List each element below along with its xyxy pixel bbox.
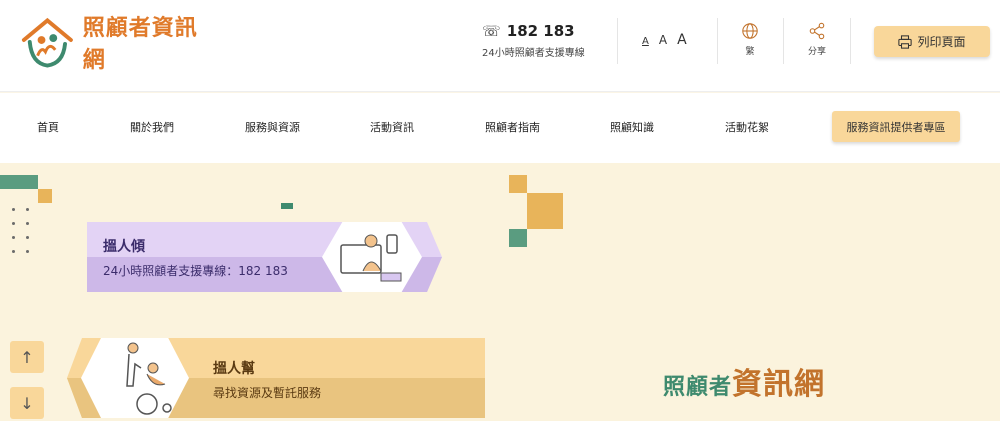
nav-item-guide[interactable]: 照顧者指南	[485, 119, 540, 135]
font-large-button[interactable]: A	[677, 32, 687, 48]
share-label: 分享	[807, 47, 826, 57]
hotline-label: 24小時照顧者支援專線	[482, 48, 585, 59]
main-nav: 首頁 關於我們 服務與資源 活動資訊 照顧者指南 照顧知識 活動花絮 服務資訊提…	[0, 93, 1000, 163]
nav-item-gallery[interactable]: 活動花絮	[725, 119, 769, 135]
font-small-button[interactable]: A	[642, 36, 649, 47]
hotline-card-subtitle: 24小時照顧者支援專線：182 183	[103, 264, 288, 278]
hotline-number: 182 183	[506, 22, 575, 40]
share-button[interactable]: 分享	[797, 22, 837, 57]
share-icon	[809, 22, 825, 40]
decor-dots	[12, 208, 36, 256]
service-provider-button[interactable]: 服務資訊提供者專區	[832, 111, 960, 142]
scroll-down-button[interactable]: ↓	[10, 387, 44, 419]
nav-item-about[interactable]: 關於我們	[130, 119, 174, 135]
print-label: 列印頁面	[917, 35, 966, 49]
hero-brand-right: 資訊網	[732, 367, 826, 402]
hero-section: 搵人傾 24小時照顧者支援專線：182 183 搵人幫 尋找資源及暫託服務 ↑ …	[0, 163, 1000, 421]
find-help-card[interactable]: 搵人幫 尋找資源及暫託服務	[67, 338, 485, 418]
decor-square	[281, 203, 293, 209]
decor-square	[0, 175, 38, 189]
language-label: 繁	[745, 47, 755, 57]
nav-item-knowledge[interactable]: 照顧知識	[610, 119, 654, 135]
printer-icon	[898, 34, 913, 49]
find-help-card-subtitle: 尋找資源及暫託服務	[213, 386, 322, 400]
language-button[interactable]: 繁	[730, 22, 770, 57]
wheelchair-caregiver-illustration-icon	[126, 342, 172, 415]
decor-square	[527, 193, 563, 229]
header-divider	[617, 18, 618, 64]
decor-square	[509, 229, 527, 247]
font-medium-button[interactable]: A	[659, 33, 667, 47]
globe-icon	[742, 23, 758, 39]
scroll-up-button[interactable]: ↑	[10, 341, 44, 373]
decor-square	[509, 175, 527, 193]
hotline[interactable]: ☏ 182 183 24小時照顧者支援專線	[482, 22, 602, 59]
site-logo[interactable]: 照顧者資訊網	[18, 12, 218, 73]
hotline-card-title: 搵人傾	[103, 239, 145, 255]
hotline-card[interactable]: 搵人傾 24小時照顧者支援專線：182 183	[87, 222, 442, 292]
font-size-controls: A A A	[642, 32, 687, 48]
print-page-button[interactable]: 列印頁面	[874, 26, 990, 57]
nav-item-events[interactable]: 活動資訊	[370, 119, 414, 135]
find-help-card-title: 搵人幫	[213, 361, 255, 377]
header-divider	[717, 18, 718, 64]
decor-square	[38, 189, 52, 203]
logo-text: 照顧者資訊網	[82, 16, 198, 73]
header-divider	[783, 18, 784, 64]
phone-support-illustration-icon	[340, 234, 402, 282]
phone-icon: ☏	[482, 22, 501, 40]
nav-item-services[interactable]: 服務與資源	[245, 119, 300, 135]
hero-brand-title: 照顧者資訊網	[663, 359, 825, 403]
logo-house-icon	[21, 17, 73, 68]
hero-brand-left: 照顧者	[663, 375, 733, 400]
nav-item-home[interactable]: 首頁	[37, 119, 59, 135]
site-header: 照顧者資訊網 ☏ 182 183 24小時照顧者支援專線 A A A 繁 分享 …	[0, 0, 1000, 92]
header-divider	[850, 18, 851, 64]
